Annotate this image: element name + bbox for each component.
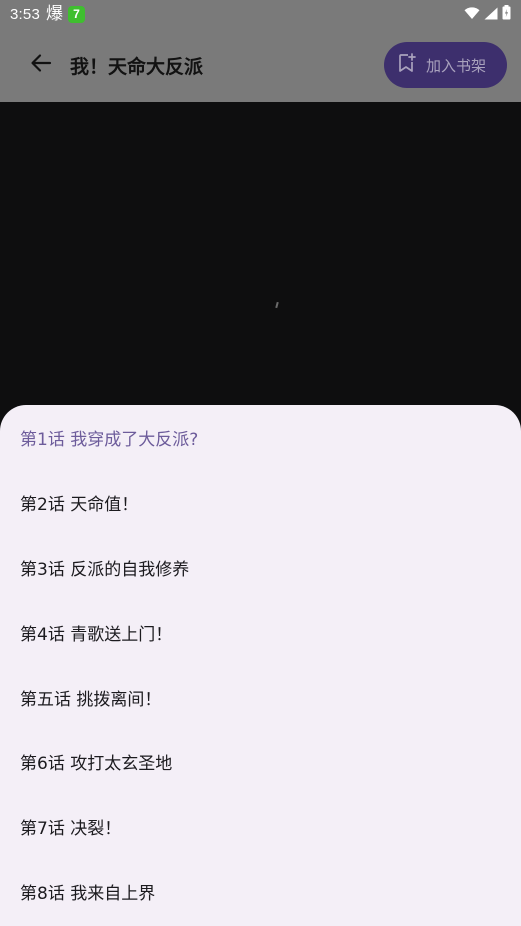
- chapter-item-2[interactable]: 第2话 天命值！: [20, 486, 138, 518]
- status-time: 3:53: [10, 5, 40, 23]
- wifi-icon: [464, 5, 480, 24]
- chapter-item-7[interactable]: 第7话 决裂！: [20, 810, 121, 842]
- add-to-bookshelf-label: 加入书架: [426, 56, 487, 75]
- status-bar: 3:53 爆 7: [0, 0, 521, 28]
- status-icons: [464, 4, 511, 24]
- bookmark-add-icon: [398, 53, 416, 77]
- reader-screen: 3:53 爆 7 我！天命大反派 加入书架 第1话 我穿成了大反派? 第2话 天…: [0, 0, 521, 926]
- top-app-bar: 我！天命大反派 加入书架: [0, 28, 521, 102]
- add-to-bookshelf-button[interactable]: 加入书架: [384, 42, 507, 88]
- chapter-list-sheet: 第1话 我穿成了大反派? 第2话 天命值！ 第3话 反派的自我修养 第4话 青歌…: [0, 405, 521, 926]
- back-button[interactable]: [26, 52, 56, 78]
- chapter-item-1[interactable]: 第1话 我穿成了大反派?: [20, 421, 198, 453]
- chapter-item-6[interactable]: 第6话 攻打太玄圣地: [20, 745, 172, 777]
- notification-badge-icon: 7: [68, 5, 85, 23]
- chapter-item-5[interactable]: 第五话 挑拨离间！: [20, 681, 161, 713]
- signal-icon: [484, 5, 498, 24]
- arrow-left-icon: [30, 53, 52, 77]
- battery-icon: [502, 4, 511, 24]
- chapter-item-8[interactable]: 第8话 我来自上界: [20, 875, 155, 907]
- loading-indicator: [275, 301, 279, 309]
- page-title: 我！天命大反派: [70, 56, 204, 78]
- notification-app-icon: 爆: [46, 3, 63, 24]
- chapter-item-4[interactable]: 第4话 青歌送上门！: [20, 616, 172, 648]
- chapter-item-3[interactable]: 第3话 反派的自我修养: [20, 551, 189, 583]
